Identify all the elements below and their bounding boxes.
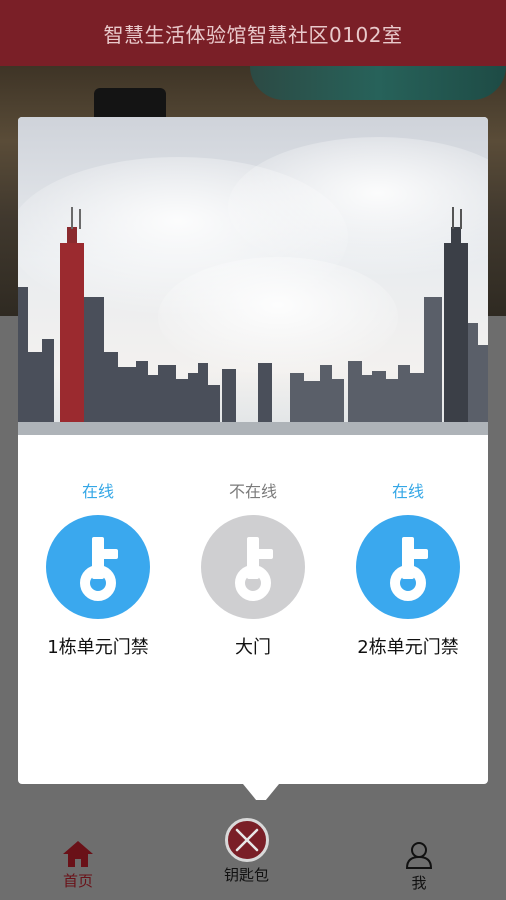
close-popup-button[interactable] [224, 818, 269, 862]
user-icon [405, 842, 433, 869]
door-name: 2栋单元门禁 [357, 637, 459, 658]
door-item-3[interactable]: 在线 2栋单元门禁 [343, 481, 473, 659]
tab-me[interactable]: 我 [404, 840, 434, 893]
home-icon [63, 841, 93, 867]
app-header: 智慧生活体验馆智慧社区0102室 [0, 0, 506, 66]
tab-home[interactable]: 首页 [62, 840, 94, 891]
key-button[interactable] [356, 515, 460, 619]
key-selection-popup: 在线 1栋单元门禁 不在线 大门 在线 2栋单元门禁 [18, 117, 488, 806]
tab-keys[interactable]: 钥匙包 [224, 818, 269, 885]
door-name: 大门 [235, 637, 271, 658]
door-name: 1栋单元门禁 [47, 637, 149, 658]
key-button[interactable] [201, 515, 305, 619]
door-item-1[interactable]: 在线 1栋单元门禁 [33, 481, 163, 659]
tab-label: 我 [411, 874, 427, 892]
key-icon [80, 537, 118, 601]
tab-label: 首页 [62, 872, 93, 890]
key-button[interactable] [46, 515, 150, 619]
door-item-2[interactable]: 不在线 大门 [188, 481, 318, 659]
key-icon [390, 537, 428, 601]
close-icon [235, 828, 258, 852]
tab-label: 钥匙包 [224, 866, 270, 884]
key-icon [235, 537, 273, 601]
city-skyline-image [18, 117, 488, 435]
door-status: 在线 [391, 482, 424, 501]
door-status: 在线 [81, 482, 114, 501]
page-title: 智慧生活体验馆智慧社区0102室 [103, 22, 403, 47]
door-status: 不在线 [228, 482, 277, 501]
background-decoration [250, 66, 506, 100]
